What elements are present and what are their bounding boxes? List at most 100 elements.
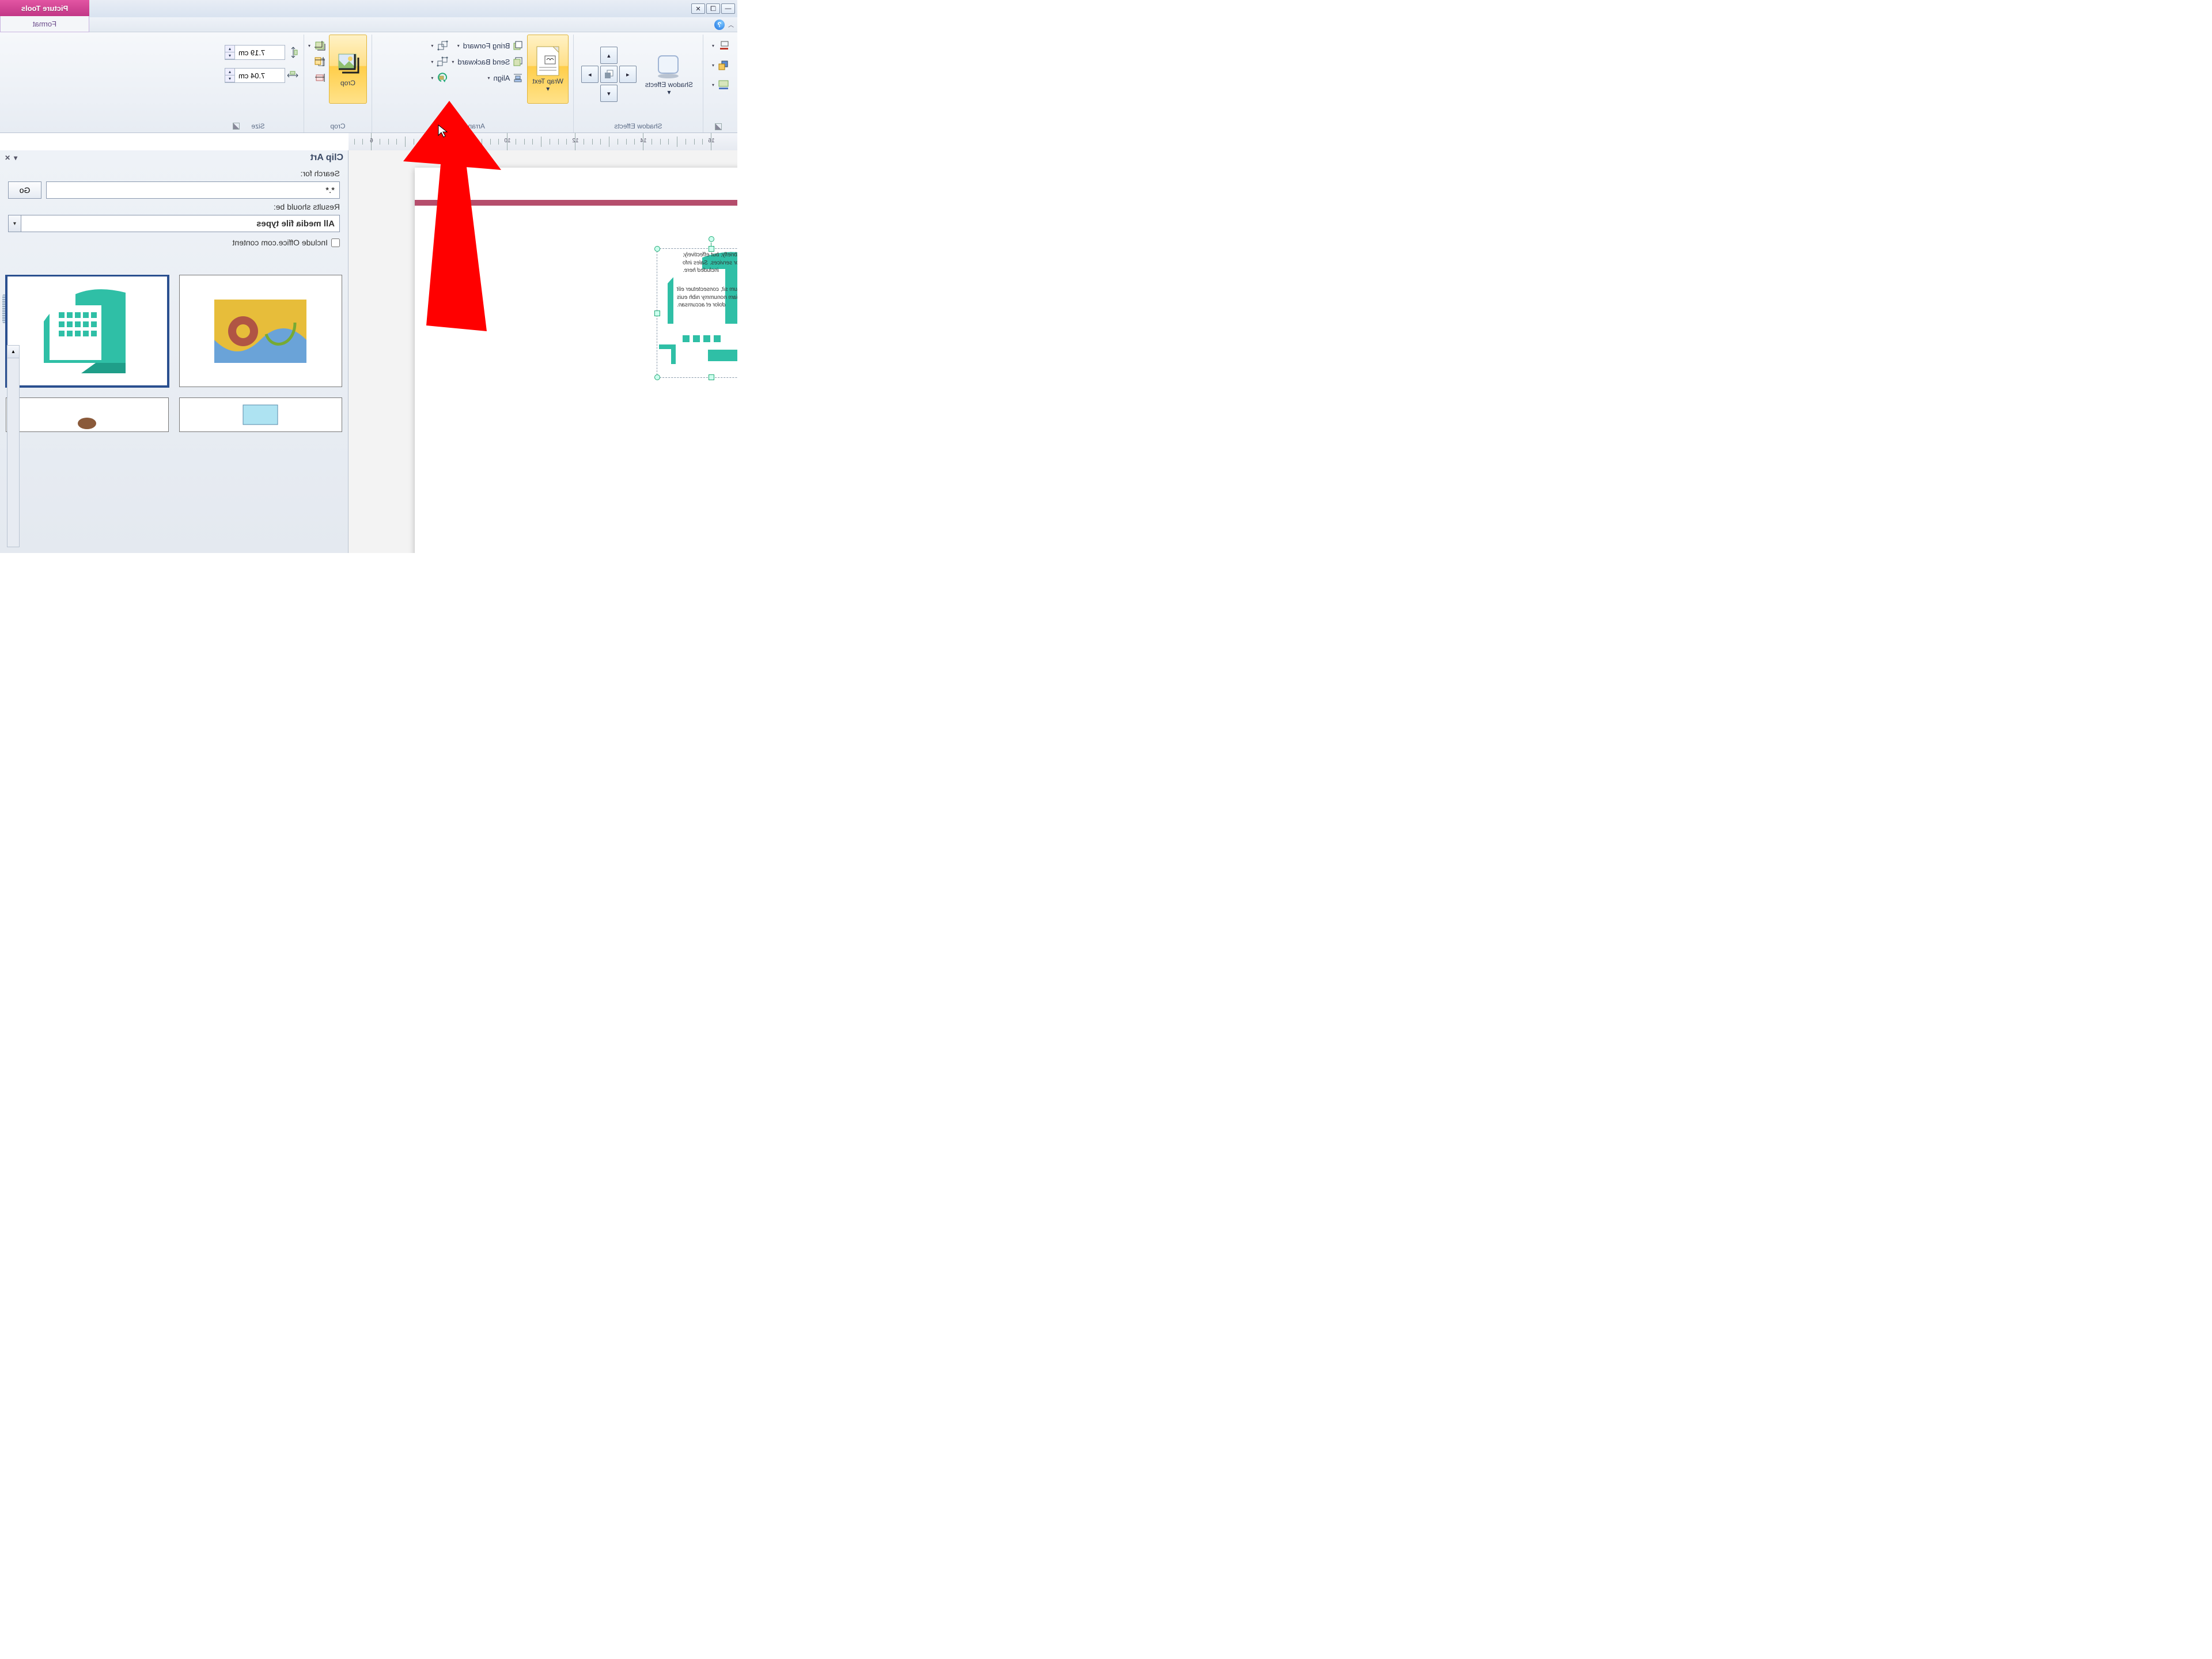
document-area[interactable]: List briefly, but effectively, products … (349, 150, 737, 553)
page-accent-bar (415, 200, 737, 206)
media-type-value: All media file types (21, 219, 339, 229)
thumb4-icon (53, 400, 122, 429)
height-value[interactable] (235, 48, 285, 57)
placeholder-text-2: Lorem ipsum sit, consectetuer elit sed d… (677, 286, 737, 309)
rotate-button[interactable]: ▾ (431, 70, 448, 85)
ungroup-button[interactable]: ▾ (431, 54, 448, 69)
group-shadow-effects: Shadow Effects▾ ▴ ◂ ▸ ▾ Shadow Effects (573, 35, 703, 132)
dialog-launcher-icon[interactable] (715, 123, 722, 130)
crop-label: Crop (340, 79, 355, 87)
height-icon (287, 47, 299, 58)
wrap-text-icon (535, 46, 561, 77)
shadow-effects-button[interactable]: Shadow Effects▾ (640, 50, 698, 99)
stethoscope-thumb-icon (215, 300, 307, 363)
group-icon (437, 40, 448, 51)
wrap-text-button[interactable]: Wrap Text▾ (527, 35, 569, 104)
scroll-up-button[interactable]: ▴ (7, 346, 19, 358)
shadow-nudge-left[interactable]: ◂ (619, 66, 637, 83)
shadow-toggle-icon (604, 69, 614, 79)
media-type-combo[interactable]: All media file types ▾ (8, 215, 340, 232)
crop-shape-button[interactable]: ▾ (308, 38, 325, 53)
shadow-toggle[interactable] (600, 66, 618, 83)
results-scrollbar[interactable]: ▴ (7, 345, 20, 547)
send-backward-button[interactable]: Send Backward▾ (452, 54, 524, 69)
group-arrange: Wrap Text▾ Bring Forward▾ Send Backward▾… (372, 35, 573, 132)
align-icon (512, 72, 524, 84)
clipart-result-building[interactable] (6, 275, 169, 387)
thumb3-icon (226, 400, 296, 429)
go-button[interactable]: Go (8, 181, 41, 199)
shapes-icon (718, 59, 729, 71)
picture-caption-button[interactable]: ▾ (708, 77, 729, 92)
window-titlebar: ― ❐ ✕ (0, 0, 737, 17)
size-dialog-launcher[interactable] (233, 123, 240, 130)
combo-dropdown-icon[interactable]: ▾ (9, 215, 21, 232)
wrap-text-label: Wrap Text (532, 77, 563, 85)
clipart-result-4[interactable] (6, 397, 169, 432)
width-value[interactable] (235, 71, 285, 80)
shadow-effects-icon (653, 52, 685, 80)
width-spin-up[interactable]: ▴ (225, 69, 234, 75)
height-input[interactable]: ▴▾ (225, 45, 285, 60)
bring-forward-button[interactable]: Bring Forward▾ (452, 38, 524, 53)
send-backward-label: Send Backward (457, 58, 510, 66)
clipart-result-3[interactable] (179, 397, 342, 432)
crop-button[interactable]: Crop (329, 35, 367, 104)
ribbon: ▾ ▾ ▾ Shadow Effects▾ ▴ ◂ ▸ ▾ Shadow Eff… (0, 32, 737, 133)
caption-icon (718, 79, 729, 90)
shadow-nudge-up[interactable]: ▴ (600, 47, 618, 64)
width-spin-down[interactable]: ▾ (225, 75, 234, 82)
page: List briefly, but effectively, products … (415, 168, 737, 553)
pencil-line-icon (718, 40, 729, 51)
clipart-results (0, 275, 348, 517)
resize-handle-se[interactable] (654, 374, 660, 380)
height-spin-down[interactable]: ▾ (225, 52, 234, 59)
tab-format[interactable]: Format (0, 16, 89, 32)
crop-aspect-icon (314, 56, 325, 67)
pane-menu-icon[interactable]: ▾ (14, 154, 17, 162)
building-thumb-icon (39, 282, 137, 380)
bring-forward-label: Bring Forward (463, 41, 510, 50)
group-label-shadow: Shadow Effects (578, 121, 698, 131)
pane-close-icon[interactable]: ✕ (5, 154, 10, 162)
clipart-result-stethoscope[interactable] (179, 275, 342, 387)
include-office-checkbox[interactable] (331, 238, 340, 247)
width-icon (287, 70, 299, 81)
width-input[interactable]: ▴▾ (225, 68, 285, 83)
picture-effects-button[interactable]: ▾ (708, 58, 729, 73)
height-spin-up[interactable]: ▴ (225, 46, 234, 52)
results-should-be-label: Results should be: (8, 202, 340, 211)
group-label-crop: Crop (309, 121, 367, 131)
group-label-size: Size (251, 122, 264, 130)
clipart-pane-title: Clip Art (310, 153, 343, 163)
minimize-button[interactable]: ― (721, 3, 735, 14)
close-button[interactable]: ✕ (691, 3, 705, 14)
ribbon-collapse-icon[interactable]: ︿ (728, 20, 734, 29)
resize-handle-ne[interactable] (654, 246, 660, 252)
crop-shape-icon (314, 40, 325, 51)
group-size: ▴▾ ▴▾ Size (194, 35, 304, 132)
shadow-nudge-down[interactable]: ▾ (600, 85, 618, 102)
contextual-tab-picture-tools: Picture Tools Format (0, 0, 89, 32)
horizontal-ruler[interactable]: 6810121416 (349, 133, 737, 150)
crop-icon (334, 51, 362, 78)
include-office-row[interactable]: Include Office.com content (8, 236, 340, 247)
resize-handle-e[interactable] (654, 310, 660, 316)
picture-border-button[interactable]: ▾ (708, 38, 729, 53)
help-icon[interactable]: ? (714, 20, 725, 30)
crop-fit-icon (314, 72, 325, 84)
shadow-effects-label: Shadow Effects (645, 81, 693, 89)
shadow-nudge-right[interactable]: ▸ (581, 66, 599, 83)
placeholder-text-1: List briefly, but effectively, products … (683, 251, 737, 275)
send-backward-icon (512, 56, 524, 67)
crop-aspect-button[interactable] (308, 54, 325, 69)
quick-access-row: ︿ ? (0, 17, 737, 32)
group-objects-button[interactable]: ▾ (431, 38, 448, 53)
rotate-handle[interactable] (709, 236, 714, 242)
resize-handle-s[interactable] (709, 374, 714, 380)
restore-button[interactable]: ❐ (706, 3, 720, 14)
search-input[interactable] (46, 181, 340, 199)
crop-fit-button[interactable] (308, 70, 325, 85)
bring-forward-icon (512, 40, 524, 51)
align-button[interactable]: Align▾ (452, 70, 524, 85)
